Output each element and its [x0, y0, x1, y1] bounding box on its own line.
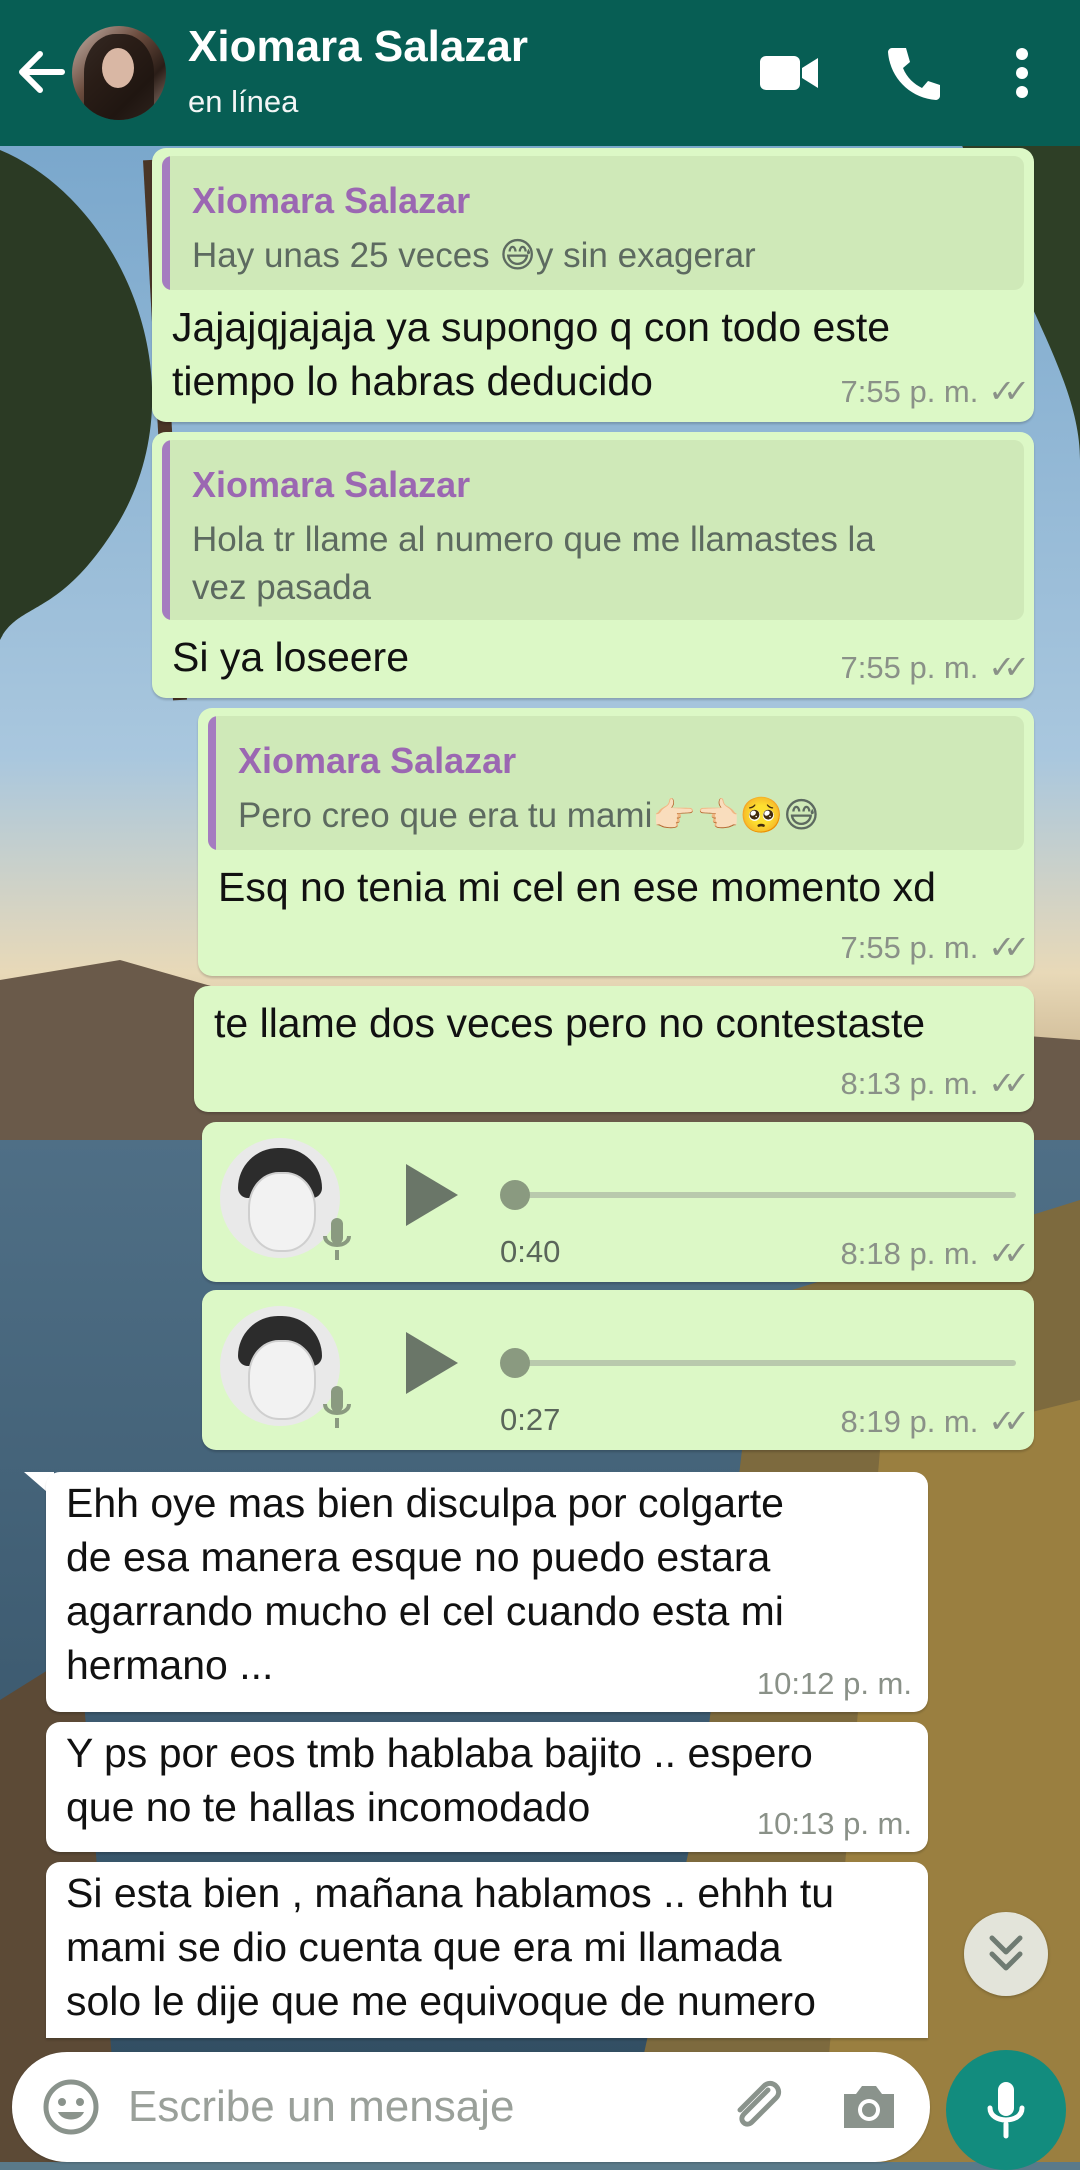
- read-ticks-icon: ✓✓: [988, 1403, 1029, 1439]
- message-time: 7:55 p. m. ✓✓: [840, 929, 1030, 965]
- read-ticks-icon: ✓✓: [988, 1065, 1029, 1101]
- quoted-message[interactable]: Xiomara Salazar Hay unas 25 veces 😅y sin…: [162, 156, 1024, 290]
- message-text: Si esta bien , mañana hablamos .. ehhh t…: [66, 1870, 835, 2024]
- play-icon[interactable]: [398, 1160, 462, 1230]
- message-time: 8:18 p. m. ✓✓: [840, 1235, 1030, 1271]
- quoted-text: Pero creo que era tu mami👉🏻👈🏻🥺😅: [238, 796, 820, 835]
- quoted-sender: Xiomara Salazar: [192, 464, 471, 505]
- audio-duration: 0:27: [500, 1402, 561, 1437]
- message-time: 10:13 p. m.: [756, 1806, 912, 1841]
- read-ticks-icon: ✓✓: [988, 373, 1029, 409]
- emoji-icon[interactable]: [42, 2078, 100, 2136]
- audio-duration: 0:40: [500, 1234, 561, 1269]
- audio-seek-handle[interactable]: [500, 1180, 530, 1210]
- back-arrow-icon[interactable]: [14, 42, 70, 102]
- message-text: Jajajqjajaja ya supongo q con todo este …: [172, 304, 891, 404]
- chat-header: Xiomara Salazar en línea: [0, 0, 1080, 146]
- voice-message-bubble[interactable]: 0:27 8:19 p. m. ✓✓: [202, 1290, 1034, 1450]
- scroll-down-button[interactable]: [964, 1912, 1048, 1996]
- message-bubble-incoming[interactable]: Si esta bien , mañana hablamos .. ehhh t…: [46, 1862, 928, 2038]
- voice-record-button[interactable]: [946, 2050, 1066, 2170]
- quoted-text: Hay unas 25 veces 😅y sin exagerar: [192, 236, 756, 275]
- message-time: 10:12 p. m.: [756, 1666, 912, 1701]
- read-ticks-icon: ✓✓: [988, 929, 1029, 965]
- scroll-down-icon: [989, 1935, 1023, 1971]
- contact-status: en línea: [188, 84, 299, 119]
- quoted-sender: Xiomara Salazar: [192, 180, 471, 221]
- contact-avatar[interactable]: [72, 26, 166, 120]
- video-call-icon[interactable]: [756, 40, 822, 106]
- message-text: te llame dos veces pero no contestaste: [214, 1000, 926, 1046]
- camera-icon[interactable]: [838, 2078, 900, 2136]
- message-time: 7:55 p. m. ✓✓: [840, 373, 1030, 409]
- message-bubble-outgoing[interactable]: Xiomara Salazar Hay unas 25 veces 😅y sin…: [152, 148, 1034, 422]
- message-bubble-outgoing[interactable]: Xiomara Salazar Hola tr llame al numero …: [152, 432, 1034, 698]
- quoted-sender: Xiomara Salazar: [238, 740, 517, 781]
- phone-icon[interactable]: [880, 40, 946, 106]
- message-text: Si ya loseere: [172, 634, 410, 680]
- message-text: Esq no tenia mi cel en ese momento xd: [218, 864, 936, 910]
- microphone-icon: [323, 1386, 351, 1428]
- message-text: Y ps por eos tmb hablaba bajito .. esper…: [66, 1730, 813, 1830]
- message-input[interactable]: Escribe un mensaje: [128, 2082, 514, 2132]
- message-time: 8:13 p. m. ✓✓: [840, 1065, 1030, 1101]
- contact-name[interactable]: Xiomara Salazar: [188, 22, 528, 72]
- message-time: 7:55 p. m. ✓✓: [840, 649, 1030, 685]
- audio-progress-track[interactable]: [516, 1192, 1016, 1198]
- more-options-icon[interactable]: [998, 40, 1064, 106]
- message-time: 8:19 p. m. ✓✓: [840, 1403, 1030, 1439]
- read-ticks-icon: ✓✓: [988, 649, 1029, 685]
- attach-icon[interactable]: [724, 2074, 790, 2140]
- microphone-icon: [323, 1218, 351, 1260]
- message-bubble-outgoing[interactable]: te llame dos veces pero no contestaste 8…: [194, 986, 1034, 1112]
- quoted-text: Hola tr llame al numero que me llamastes…: [192, 520, 875, 607]
- message-bubble-incoming[interactable]: Ehh oye mas bien disculpa por colgarte d…: [46, 1472, 928, 1712]
- voice-message-bubble[interactable]: 0:40 8:18 p. m. ✓✓: [202, 1122, 1034, 1282]
- message-text: Ehh oye mas bien disculpa por colgarte d…: [66, 1480, 784, 1688]
- mic-icon: [987, 2082, 1025, 2139]
- message-bubble-outgoing[interactable]: Xiomara Salazar Pero creo que era tu mam…: [198, 708, 1034, 976]
- read-ticks-icon: ✓✓: [988, 1235, 1029, 1271]
- audio-seek-handle[interactable]: [500, 1348, 530, 1378]
- message-bubble-incoming[interactable]: Y ps por eos tmb hablaba bajito .. esper…: [46, 1722, 928, 1852]
- play-icon[interactable]: [398, 1328, 462, 1398]
- message-composer[interactable]: Escribe un mensaje: [12, 2052, 930, 2162]
- quoted-message[interactable]: Xiomara Salazar Pero creo que era tu mam…: [208, 716, 1024, 850]
- quoted-message[interactable]: Xiomara Salazar Hola tr llame al numero …: [162, 440, 1024, 620]
- audio-progress-track[interactable]: [516, 1360, 1016, 1366]
